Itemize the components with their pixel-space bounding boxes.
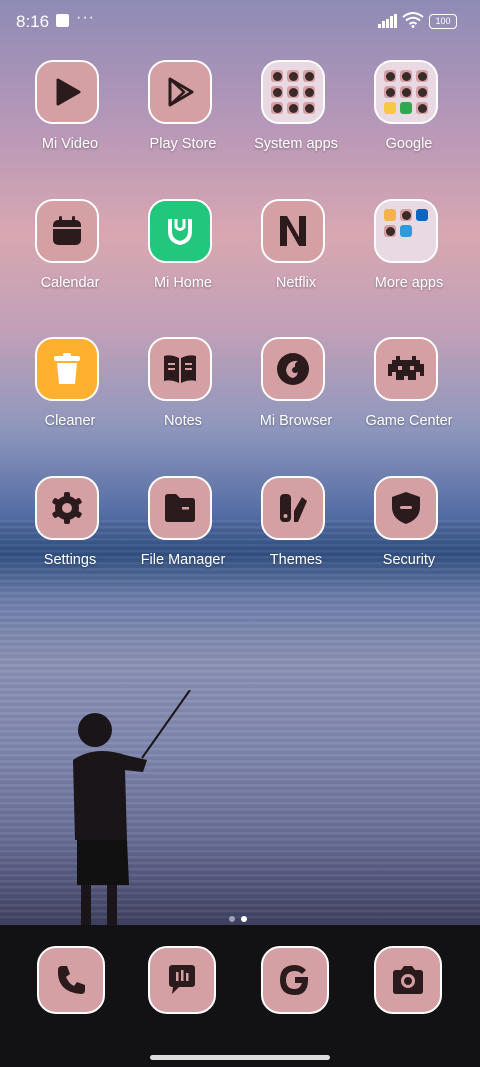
app-label: Mi Video — [41, 136, 99, 152]
app-security[interactable]: Security — [353, 476, 465, 586]
status-bar: 8:16 ··· 100 — [0, 0, 480, 44]
app-label: File Manager — [140, 552, 226, 568]
dock-google[interactable] — [240, 946, 352, 1056]
app-mi-video[interactable]: Mi Video — [14, 60, 126, 170]
google-g-icon — [261, 946, 329, 1014]
app-label: Mi Home — [153, 275, 212, 291]
folder-google[interactable]: Google — [353, 60, 465, 170]
app-label: Notes — [164, 413, 202, 429]
wifi-icon — [402, 12, 424, 28]
app-label: Mi Browser — [259, 413, 333, 429]
gear-icon — [35, 476, 99, 540]
app-label: Google — [385, 136, 433, 152]
app-label: Settings — [43, 552, 97, 568]
status-time: 8:16 — [16, 12, 50, 31]
folder-icon — [374, 60, 438, 124]
app-label: More apps — [374, 275, 444, 291]
notification-square-icon — [56, 14, 69, 27]
app-settings[interactable]: Settings — [14, 476, 126, 586]
signal-icon — [378, 14, 397, 28]
app-netflix[interactable]: Netflix — [240, 199, 352, 309]
book-icon — [148, 337, 212, 401]
page-indicator[interactable] — [226, 909, 250, 927]
app-label: Cleaner — [44, 413, 96, 429]
folder-more-apps[interactable]: More apps — [353, 199, 465, 309]
app-label: Security — [382, 552, 436, 568]
app-label: Netflix — [275, 275, 317, 291]
app-label: Themes — [269, 552, 323, 568]
phone-icon — [37, 946, 105, 1014]
chat-icon — [148, 946, 216, 1014]
app-notes[interactable]: Notes — [127, 337, 239, 447]
netflix-icon — [261, 199, 325, 263]
more-notifications-icon: ··· — [76, 9, 95, 26]
play-icon — [35, 60, 99, 124]
folder-icon — [261, 60, 325, 124]
home-gesture-bar[interactable] — [150, 1055, 330, 1060]
app-calendar[interactable]: Calendar — [14, 199, 126, 309]
folder-system-apps[interactable]: System apps — [240, 60, 352, 170]
mi-home-icon — [148, 199, 212, 263]
app-label: Game Center — [365, 413, 453, 429]
brush-icon — [261, 476, 325, 540]
app-label: Play Store — [149, 136, 217, 152]
page-dot[interactable] — [229, 916, 235, 922]
child-fishing-silhouette — [73, 690, 191, 925]
trash-icon — [35, 337, 99, 401]
shield-icon — [374, 476, 438, 540]
app-cleaner[interactable]: Cleaner — [14, 337, 126, 447]
calendar-icon — [35, 199, 99, 263]
app-file-manager[interactable]: File Manager — [127, 476, 239, 586]
dock-camera[interactable] — [353, 946, 465, 1056]
app-label: Calendar — [40, 275, 100, 291]
dock-phone[interactable] — [16, 946, 128, 1056]
browser-icon — [261, 337, 325, 401]
camera-icon — [374, 946, 442, 1014]
app-play-store[interactable]: Play Store — [127, 60, 239, 170]
play-store-icon — [148, 60, 212, 124]
folder-icon — [374, 199, 438, 263]
app-game-center[interactable]: Game Center — [353, 337, 465, 447]
app-label: System apps — [254, 136, 338, 152]
app-mi-browser[interactable]: Mi Browser — [240, 337, 352, 447]
folder-file-icon — [148, 476, 212, 540]
battery-icon: 100 — [429, 14, 457, 29]
app-mi-home[interactable]: Mi Home — [127, 199, 239, 309]
invader-icon — [374, 337, 438, 401]
app-themes[interactable]: Themes — [240, 476, 352, 586]
dock-messages[interactable] — [127, 946, 239, 1056]
page-dot-active[interactable] — [241, 916, 247, 922]
